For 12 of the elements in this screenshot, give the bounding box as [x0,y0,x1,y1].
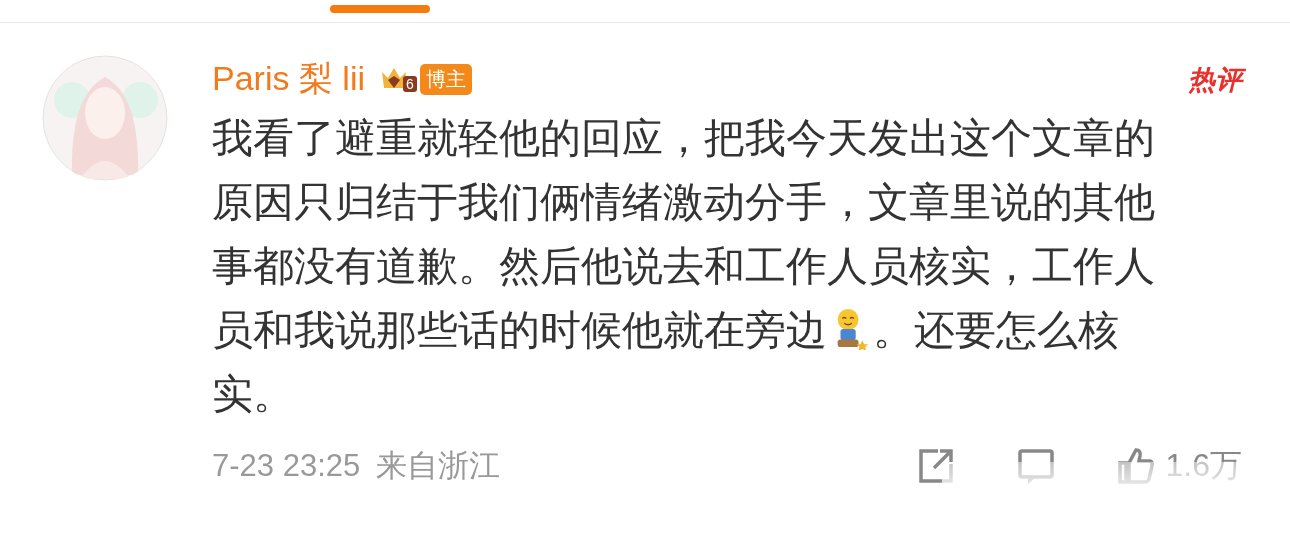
level-badge: 6 [403,76,417,92]
comment-text: 员和我说那些话的时候他就在旁边 [212,307,827,353]
author-name[interactable]: Paris 梨 lii [212,56,366,102]
comment-text: 事都没有道歉。然后他说去和工作人员核实，工作人 [212,243,1155,289]
comment-location: 来自浙江 [376,447,501,485]
comment-text: 实。 [212,371,294,417]
comment-text: 我看了避重就轻他的回应，把我今天发出这个文章的 [212,115,1155,161]
comment-text: 。还要怎么核 [873,307,1119,353]
role-badge: 博主 [419,63,472,95]
comment-text: 原因只归结于我们俩情绪激动分手，文章里说的其他 [212,179,1155,225]
like-count: 1.6万 [1165,446,1242,485]
comment-time: 7-23 23:25 [212,448,361,484]
